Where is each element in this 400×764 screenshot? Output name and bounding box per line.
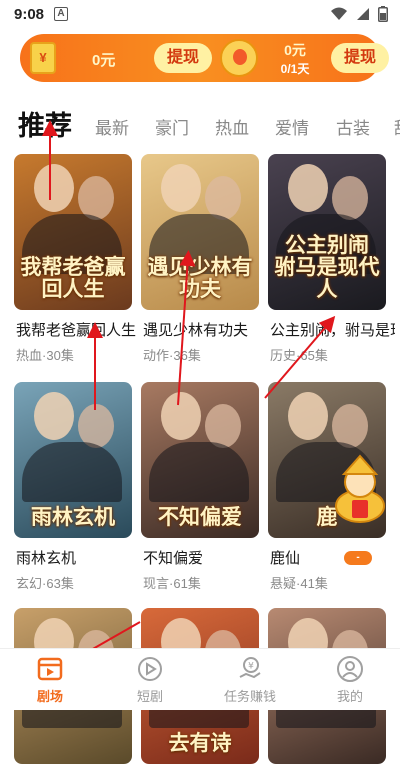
poster-title-art: 遇见少林有功夫 bbox=[147, 254, 253, 301]
drama-title[interactable]: 公主别闹，驸马是现代人 bbox=[270, 319, 395, 340]
poster-title-art: 不知偏爱 bbox=[158, 504, 242, 529]
daily-progress: 0/1天 bbox=[280, 62, 310, 76]
nav-label-earn-money: 任务赚钱 bbox=[223, 689, 276, 704]
drama-episodes: 36集 bbox=[173, 348, 201, 363]
bottom-nav: 剧场 短剧 ¥ 任务赚钱 我的 bbox=[0, 648, 400, 710]
drama-episodes: 30集 bbox=[46, 348, 74, 363]
signal-icon bbox=[357, 8, 369, 20]
drama-genre: 历史 bbox=[270, 348, 297, 363]
drama-meta: 热血·30集 bbox=[16, 345, 74, 364]
drama-genre: 热血 bbox=[16, 348, 43, 363]
drama-poster[interactable]: 雨林玄机 bbox=[14, 382, 132, 538]
drama-episodes: 61集 bbox=[173, 576, 201, 591]
tab-romance[interactable]: 爱情 bbox=[275, 114, 309, 139]
balance-amount: 0元 bbox=[92, 52, 116, 69]
drama-genre: 现言 bbox=[143, 576, 170, 591]
reward-bar: ¥ 0元 提现 0元 0/1天 提现 bbox=[20, 34, 389, 82]
poster-title-art: 公主别闹 驸马是现代人 bbox=[274, 232, 380, 301]
drama-meta: 动作·36集 bbox=[143, 345, 201, 364]
status-time: 9:08 bbox=[14, 5, 45, 23]
nav-label-profile: 我的 bbox=[336, 689, 363, 704]
poster-title-art: 我帮老爸赢回人生 bbox=[20, 254, 126, 301]
money-badge: - bbox=[344, 551, 372, 565]
daily-reward-amount: 0元 bbox=[284, 42, 306, 58]
poster-figure bbox=[161, 164, 201, 212]
battery-icon bbox=[378, 6, 388, 22]
drama-poster[interactable]: 公主别闹 驸马是现代人 bbox=[268, 154, 386, 310]
drama-title[interactable]: 遇见少林有功夫 bbox=[143, 319, 268, 340]
category-tabs: 推荐 最新 豪门 热血 爱情 古装 甜 bbox=[0, 100, 400, 144]
poster-figure bbox=[288, 164, 328, 212]
tab-costume[interactable]: 古装 bbox=[336, 114, 370, 139]
drama-title[interactable]: 鹿仙 bbox=[270, 547, 395, 568]
drama-meta: 现言·61集 bbox=[143, 573, 201, 592]
user-icon bbox=[337, 656, 363, 682]
nav-label-theater: 剧场 bbox=[36, 689, 63, 704]
tab-action[interactable]: 热血 bbox=[215, 114, 249, 139]
red-envelope-icon: ¥ bbox=[30, 42, 56, 74]
nav-earn-money[interactable]: ¥ 任务赚钱 bbox=[200, 655, 300, 705]
tab-latest[interactable]: 最新 bbox=[95, 114, 129, 139]
play-circle-icon bbox=[138, 657, 162, 681]
poster-figure bbox=[34, 164, 74, 212]
fortune-god-icon[interactable] bbox=[220, 39, 258, 77]
drama-meta: 玄幻·63集 bbox=[16, 573, 74, 592]
poster-figure bbox=[149, 442, 249, 502]
drama-title[interactable]: 不知偏爱 bbox=[143, 547, 268, 568]
tab-sweet[interactable]: 甜 bbox=[394, 114, 400, 139]
money-god-icon[interactable] bbox=[330, 452, 390, 524]
drama-episodes: 63集 bbox=[46, 576, 74, 591]
svg-text:¥: ¥ bbox=[248, 662, 254, 672]
withdraw-button[interactable]: 提现 bbox=[154, 43, 212, 73]
nav-profile[interactable]: 我的 bbox=[300, 655, 400, 705]
daily-withdraw-button[interactable]: 提现 bbox=[331, 43, 389, 73]
wifi-icon bbox=[331, 7, 347, 20]
status-icons bbox=[330, 6, 388, 22]
drama-episodes: 65集 bbox=[300, 348, 328, 363]
drama-title[interactable]: 我帮老爸赢回人生 bbox=[16, 319, 141, 340]
poster-figure bbox=[34, 392, 74, 440]
drama-genre: 悬疑 bbox=[270, 576, 297, 591]
tab-recommend[interactable]: 推荐 bbox=[18, 104, 72, 143]
drama-title[interactable]: 雨林玄机 bbox=[16, 547, 141, 568]
drama-genre: 动作 bbox=[143, 348, 170, 363]
drama-poster[interactable]: 不知偏爱 bbox=[141, 382, 259, 538]
theater-icon bbox=[37, 657, 63, 681]
status-bar: 9:08 A bbox=[0, 0, 400, 28]
drama-poster[interactable]: 我帮老爸赢回人生 bbox=[14, 154, 132, 310]
nav-label-short-drama: 短剧 bbox=[136, 689, 163, 704]
drama-episodes: 41集 bbox=[300, 576, 328, 591]
poster-title-art: 去有诗 bbox=[168, 730, 232, 755]
tab-wealthy[interactable]: 豪门 bbox=[155, 114, 189, 139]
money-hand-icon: ¥ bbox=[239, 657, 261, 679]
drama-poster[interactable]: 遇见少林有功夫 bbox=[141, 154, 259, 310]
nav-theater[interactable]: 剧场 bbox=[0, 655, 100, 705]
poster-figure bbox=[22, 442, 122, 502]
notification-icon: A bbox=[54, 7, 69, 21]
drama-meta: 悬疑·41集 bbox=[270, 573, 328, 592]
drama-meta: 历史·65集 bbox=[270, 345, 328, 364]
poster-figure bbox=[161, 392, 201, 440]
nav-short-drama[interactable]: 短剧 bbox=[100, 655, 200, 705]
envelope-symbol: ¥ bbox=[39, 50, 47, 65]
drama-genre: 玄幻 bbox=[16, 576, 43, 591]
poster-title-art: 雨林玄机 bbox=[31, 504, 115, 529]
poster-figure bbox=[288, 392, 328, 440]
